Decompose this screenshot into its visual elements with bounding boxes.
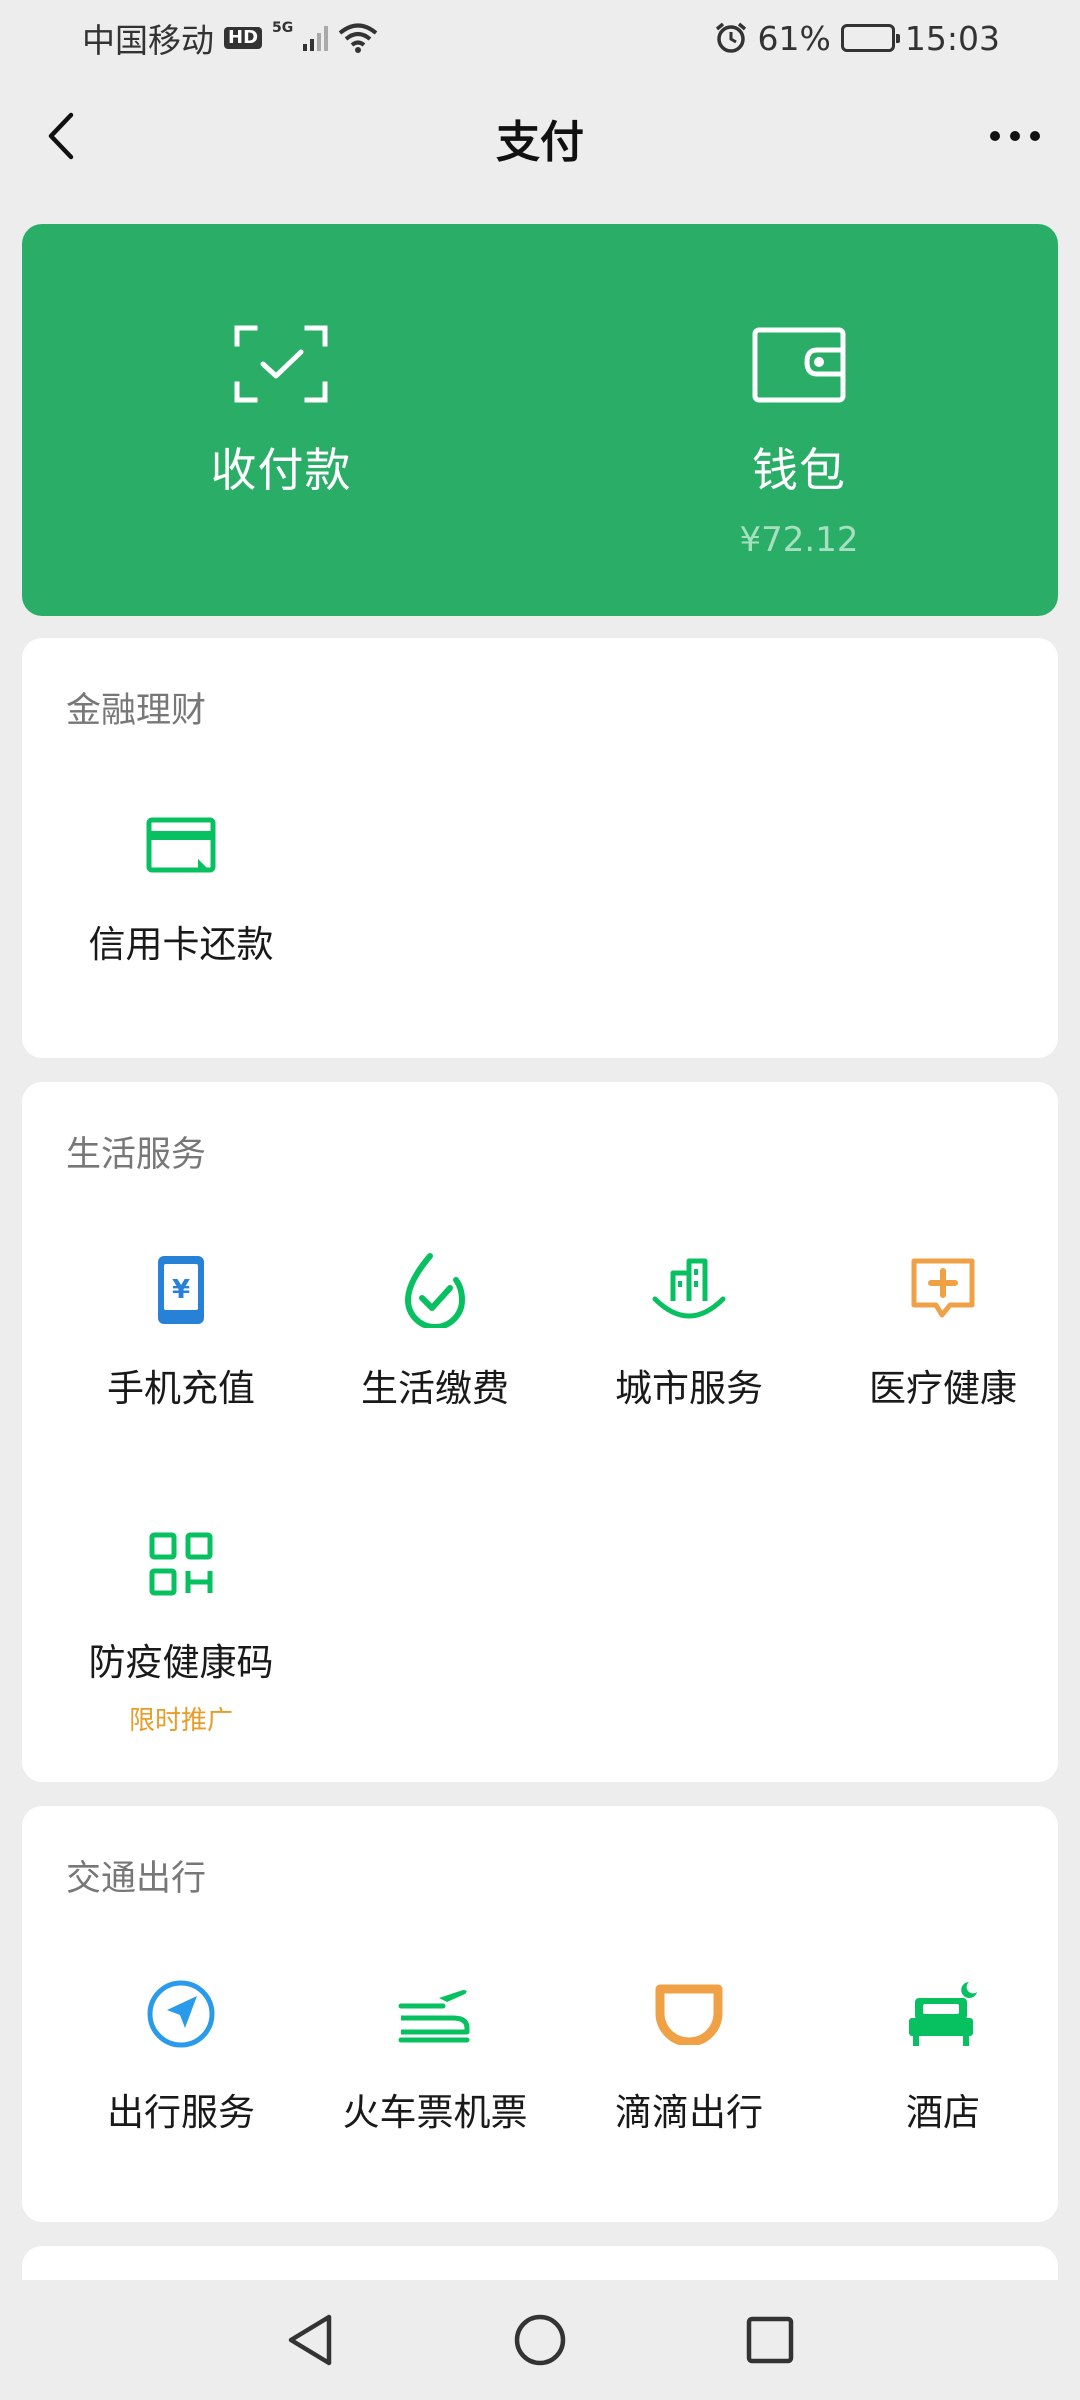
health-code-icon [143,1526,219,1602]
triangle-back-icon [288,2314,332,2366]
back-button[interactable] [30,106,90,166]
grid-label: 信用卡还款 [88,923,274,966]
section-title-finance: 金融理财 [66,691,207,731]
title-bar: 支付 [0,76,1080,200]
grid-item-utility-bill[interactable]: 生活缴费 [308,1252,562,1412]
grid-label: 滴滴出行 [615,2091,763,2134]
grid-item-medical[interactable]: 医疗健康 [816,1252,1070,1412]
battery-percent: 61% [757,18,831,58]
circle-home-icon [514,2314,566,2366]
grid-item-city-service[interactable]: 城市服务 [562,1252,816,1412]
grid-item-phone-recharge[interactable]: ¥ 手机充值 [54,1252,308,1412]
battery-icon [840,24,900,52]
more-button[interactable] [980,106,1050,166]
grid-label: 手机充值 [107,1367,255,1410]
grid-item-travel-service[interactable]: 出行服务 [54,1976,308,2136]
credit-card-icon [143,808,219,884]
navigation-icon [143,1976,219,2052]
grid-item-didi[interactable]: 滴滴出行 [562,1976,816,2136]
scan-qr-icon [234,325,328,403]
alarm-icon [715,22,746,53]
section-finance: 金融理财 信用卡还款 [22,638,1058,1058]
section-travel: 交通出行 出行服务 火车票机票 滴滴出行 酒店 [22,1806,1058,2222]
more-dots-icon [990,131,1040,141]
status-right: 61% 15:03 [714,19,1000,58]
clock: 15:03 [904,18,1000,58]
city-service-icon [651,1252,727,1328]
wifi-icon [338,23,378,53]
grid-label: 城市服务 [615,1367,763,1410]
utility-bill-icon [397,1252,473,1328]
grid-label: 火车票机票 [342,2091,528,2134]
phone-recharge-icon: ¥ [143,1252,219,1328]
grid-label: 生活缴费 [361,1367,509,1410]
hotel-bed-icon [905,1976,981,2052]
grid-label: 出行服务 [107,2091,255,2134]
nav-recents-button[interactable] [740,2310,800,2370]
hd-badge: HD [224,27,263,49]
page-title: 支付 [496,117,584,168]
grid-item-credit-card[interactable]: 信用卡还款 [54,808,308,968]
payment-card: 收付款 钱包 ¥72.12 [22,224,1058,616]
grid-label: 医疗健康 [869,1367,1017,1410]
section-life: 生活服务 ¥ 手机充值 生活缴费 城市服务 医疗健康 防疫健康码 限时推广 [22,1082,1058,1782]
grid-item-train-plane[interactable]: 火车票机票 [308,1976,562,2136]
grid-label: 酒店 [906,2091,980,2134]
svg-text:¥: ¥ [172,1275,190,1305]
grid-item-hotel[interactable]: 酒店 [816,1976,1070,2136]
train-plane-icon [397,1976,473,2052]
wallet-balance: ¥72.12 [739,520,859,560]
wallet-icon [752,327,846,403]
nav-back-button[interactable] [280,2310,340,2370]
status-left: 中国移动 HD 5G [82,14,378,62]
section-title-life: 生活服务 [66,1135,207,1175]
square-recents-icon [746,2316,794,2364]
receive-pay-button[interactable]: 收付款 [22,224,540,616]
section-title-travel: 交通出行 [66,1859,207,1899]
wallet-label: 钱包 [752,443,846,497]
system-nav-bar [0,2280,1080,2400]
grid-label: 防疫健康码 [88,1641,274,1684]
promo-tag: 限时推广 [128,1706,233,1736]
wallet-button[interactable]: 钱包 ¥72.12 [540,224,1058,616]
medical-icon [905,1252,981,1328]
receive-pay-label: 收付款 [210,443,352,497]
nav-home-button[interactable] [510,2310,570,2370]
grid-item-health-code[interactable]: 防疫健康码 限时推广 [54,1526,308,1737]
chevron-left-icon [48,112,74,160]
signal-icon [303,25,329,51]
status-bar: 中国移动 HD 5G 61% 15:03 [0,0,1080,76]
network-type: 5G [272,20,294,36]
didi-icon [651,1976,727,2052]
carrier-name: 中国移动 [82,21,214,60]
